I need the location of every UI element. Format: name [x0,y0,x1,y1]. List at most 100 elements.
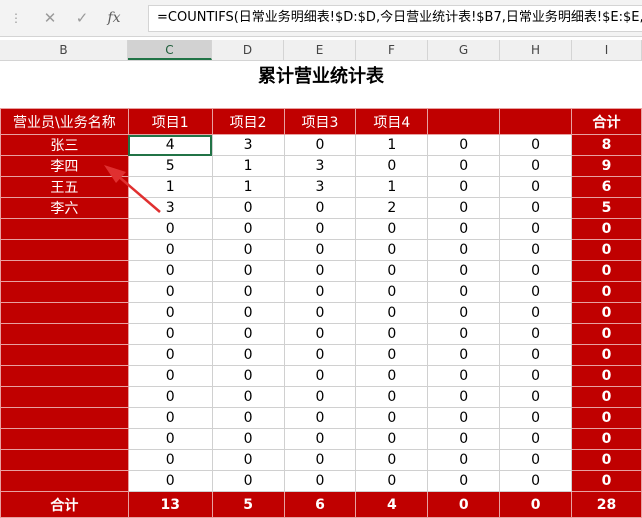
value-cell[interactable]: 0 [427,428,501,450]
value-cell[interactable]: 0 [427,302,501,324]
value-cell[interactable]: 0 [427,134,501,156]
value-cell[interactable]: 0 [127,344,213,366]
value-cell[interactable]: 0 [499,218,573,240]
value-cell[interactable]: 0 [427,449,501,471]
value-cell[interactable]: 0 [427,365,501,387]
confirm-icon[interactable]: ✓ [66,9,98,27]
value-cell[interactable]: 0 [211,218,285,240]
salesperson-cell[interactable]: 李四 [0,155,129,177]
value-cell[interactable]: 0 [355,218,429,240]
value-cell[interactable]: 0 [499,134,573,156]
column-header-g[interactable]: G [428,40,500,60]
value-cell[interactable]: 0 [211,323,285,345]
value-cell[interactable]: 0 [283,302,357,324]
value-cell[interactable]: 0 [127,281,213,303]
header-cell[interactable]: 合计 [571,108,642,135]
value-cell[interactable]: 0 [283,281,357,303]
sheet-title[interactable]: 累计营业统计表 [0,62,642,98]
value-cell[interactable]: 0 [127,260,213,282]
column-header-f[interactable]: F [356,40,428,60]
value-cell[interactable]: 0 [499,386,573,408]
value-cell[interactable]: 0 [427,470,501,492]
salesperson-cell[interactable] [0,218,129,240]
value-cell[interactable]: 3 [283,176,357,198]
row-total-cell[interactable]: 9 [571,155,642,177]
value-cell[interactable]: 0 [427,176,501,198]
row-total-cell[interactable]: 0 [571,239,642,261]
value-cell[interactable]: 0 [127,239,213,261]
active-cell[interactable]: 4 [127,134,213,156]
value-cell[interactable]: 0 [427,218,501,240]
value-cell[interactable]: 0 [499,323,573,345]
value-cell[interactable]: 0 [127,470,213,492]
salesperson-cell[interactable] [0,365,129,387]
value-cell[interactable]: 0 [127,407,213,429]
value-cell[interactable]: 0 [283,218,357,240]
value-cell[interactable]: 1 [355,134,429,156]
value-cell[interactable]: 1 [211,155,285,177]
row-total-cell[interactable]: 0 [571,302,642,324]
row-total-cell[interactable]: 0 [571,260,642,282]
value-cell[interactable]: 0 [499,302,573,324]
value-cell[interactable]: 0 [211,260,285,282]
row-total-cell[interactable]: 0 [571,281,642,303]
value-cell[interactable]: 0 [355,449,429,471]
value-cell[interactable]: 0 [355,260,429,282]
value-cell[interactable]: 0 [211,428,285,450]
value-cell[interactable]: 0 [499,344,573,366]
value-cell[interactable]: 0 [499,239,573,261]
value-cell[interactable]: 0 [283,197,357,219]
value-cell[interactable]: 0 [499,428,573,450]
value-cell[interactable]: 0 [211,197,285,219]
value-cell[interactable]: 0 [211,470,285,492]
value-cell[interactable]: 0 [499,260,573,282]
value-cell[interactable]: 0 [355,302,429,324]
value-cell[interactable]: 1 [211,176,285,198]
value-cell[interactable]: 0 [283,407,357,429]
value-cell[interactable]: 0 [127,449,213,471]
row-total-cell[interactable]: 0 [571,428,642,450]
value-cell[interactable]: 0 [211,239,285,261]
row-total-cell[interactable]: 5 [571,197,642,219]
salesperson-cell[interactable] [0,428,129,450]
row-total-cell[interactable]: 0 [571,449,642,471]
salesperson-cell[interactable] [0,344,129,366]
value-cell[interactable]: 0 [355,239,429,261]
value-cell[interactable]: 0 [211,386,285,408]
row-total-cell[interactable]: 6 [571,176,642,198]
value-cell[interactable]: 0 [499,197,573,219]
value-cell[interactable]: 0 [355,407,429,429]
value-cell[interactable]: 0 [355,365,429,387]
salesperson-cell[interactable]: 李六 [0,197,129,219]
row-total-cell[interactable]: 0 [571,365,642,387]
header-cell[interactable] [499,108,573,135]
salesperson-cell[interactable] [0,281,129,303]
row-total-cell[interactable]: 0 [571,386,642,408]
value-cell[interactable]: 0 [427,197,501,219]
value-cell[interactable]: 0 [499,407,573,429]
value-cell[interactable]: 0 [283,323,357,345]
header-cell[interactable]: 项目1 [127,108,213,135]
value-cell[interactable]: 0 [127,386,213,408]
salesperson-cell[interactable]: 张三 [0,134,129,156]
value-cell[interactable]: 0 [283,365,357,387]
column-header-i[interactable]: I [572,40,642,60]
column-header-e[interactable]: E [284,40,356,60]
salesperson-cell[interactable] [0,302,129,324]
value-cell[interactable]: 0 [283,470,357,492]
column-header-c[interactable]: C [128,40,212,60]
value-cell[interactable]: 0 [499,176,573,198]
value-cell[interactable]: 0 [283,428,357,450]
header-cell[interactable] [427,108,501,135]
header-cell[interactable]: 项目4 [355,108,429,135]
value-cell[interactable]: 0 [211,365,285,387]
value-cell[interactable]: 0 [427,323,501,345]
value-cell[interactable]: 0 [127,323,213,345]
value-cell[interactable]: 0 [499,155,573,177]
value-cell[interactable]: 0 [499,365,573,387]
row-total-cell[interactable]: 0 [571,407,642,429]
value-cell[interactable]: 3 [127,197,213,219]
value-cell[interactable]: 0 [127,218,213,240]
salesperson-cell[interactable] [0,239,129,261]
salesperson-cell[interactable] [0,449,129,471]
